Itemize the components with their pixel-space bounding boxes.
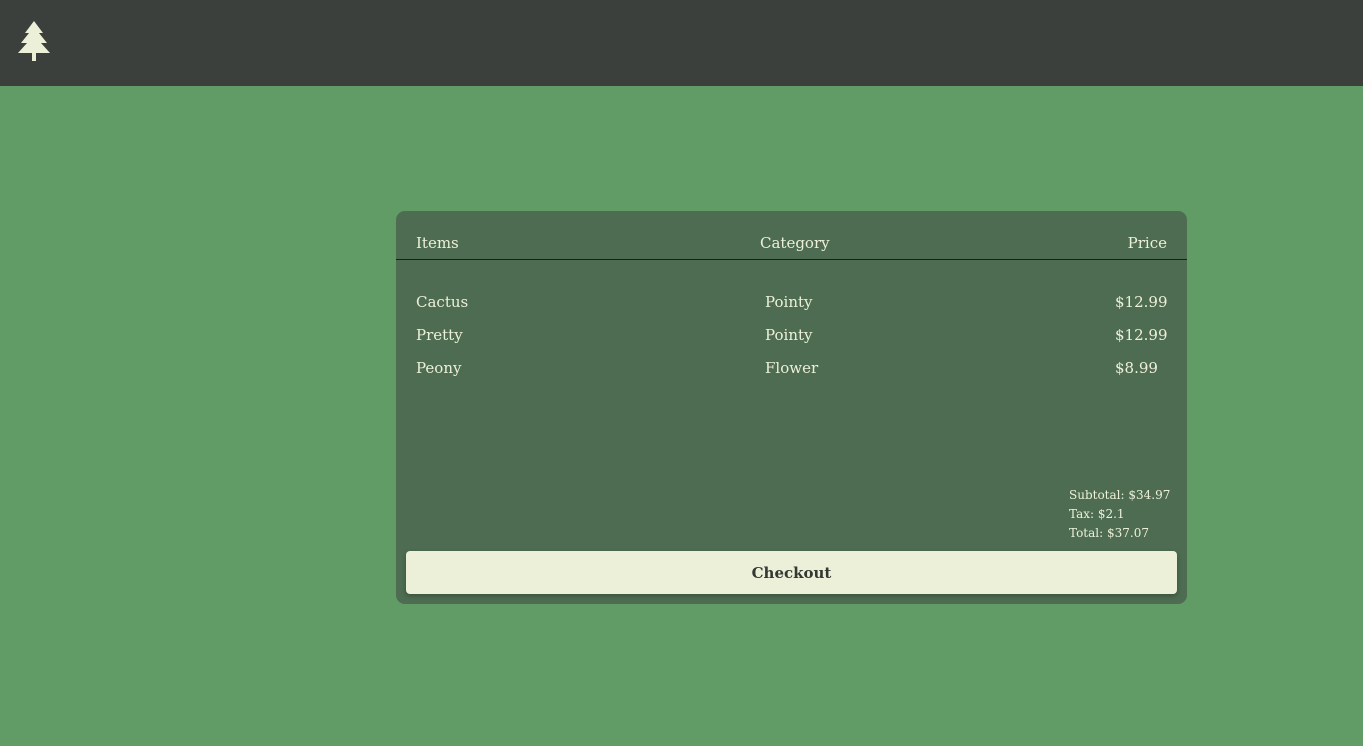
column-header-items: Items [416, 234, 459, 252]
cart-row-category: Pointy [765, 326, 813, 344]
cart-row-price: $12.99 [1115, 326, 1168, 344]
cart-row-item: Pretty [416, 326, 463, 344]
cart-row-price: $12.99 [1115, 293, 1168, 311]
pine-tree-icon[interactable] [17, 20, 51, 62]
subtotal-text: Subtotal: $34.97 [1069, 488, 1171, 502]
cart-row-category: Flower [765, 359, 819, 377]
cart-panel: Items Category Price Cactus Pointy $12.9… [396, 211, 1187, 604]
cart-row-price: $8.99 [1115, 359, 1158, 377]
order-totals: Subtotal: $34.97 Tax: $2.1 Total: $37.07 [1069, 486, 1170, 543]
cart-row: Cactus Pointy $12.99 [396, 293, 1187, 326]
checkout-button[interactable]: Checkout [406, 551, 1177, 594]
cart-row: Peony Flower $8.99 [396, 359, 1187, 392]
cart-table-header: Items Category Price [396, 211, 1187, 260]
total-text: Total: $37.07 [1069, 526, 1149, 540]
cart-items-list: Cactus Pointy $12.99 Pretty Pointy $12.9… [396, 293, 1187, 392]
column-header-price: Price [1127, 234, 1167, 252]
top-navbar [0, 0, 1363, 86]
cart-row-category: Pointy [765, 293, 813, 311]
cart-row: Pretty Pointy $12.99 [396, 326, 1187, 359]
cart-row-item: Cactus [416, 293, 469, 311]
cart-row-item: Peony [416, 359, 462, 377]
tax-text: Tax: $2.1 [1069, 507, 1125, 521]
column-header-category: Category [760, 234, 830, 252]
